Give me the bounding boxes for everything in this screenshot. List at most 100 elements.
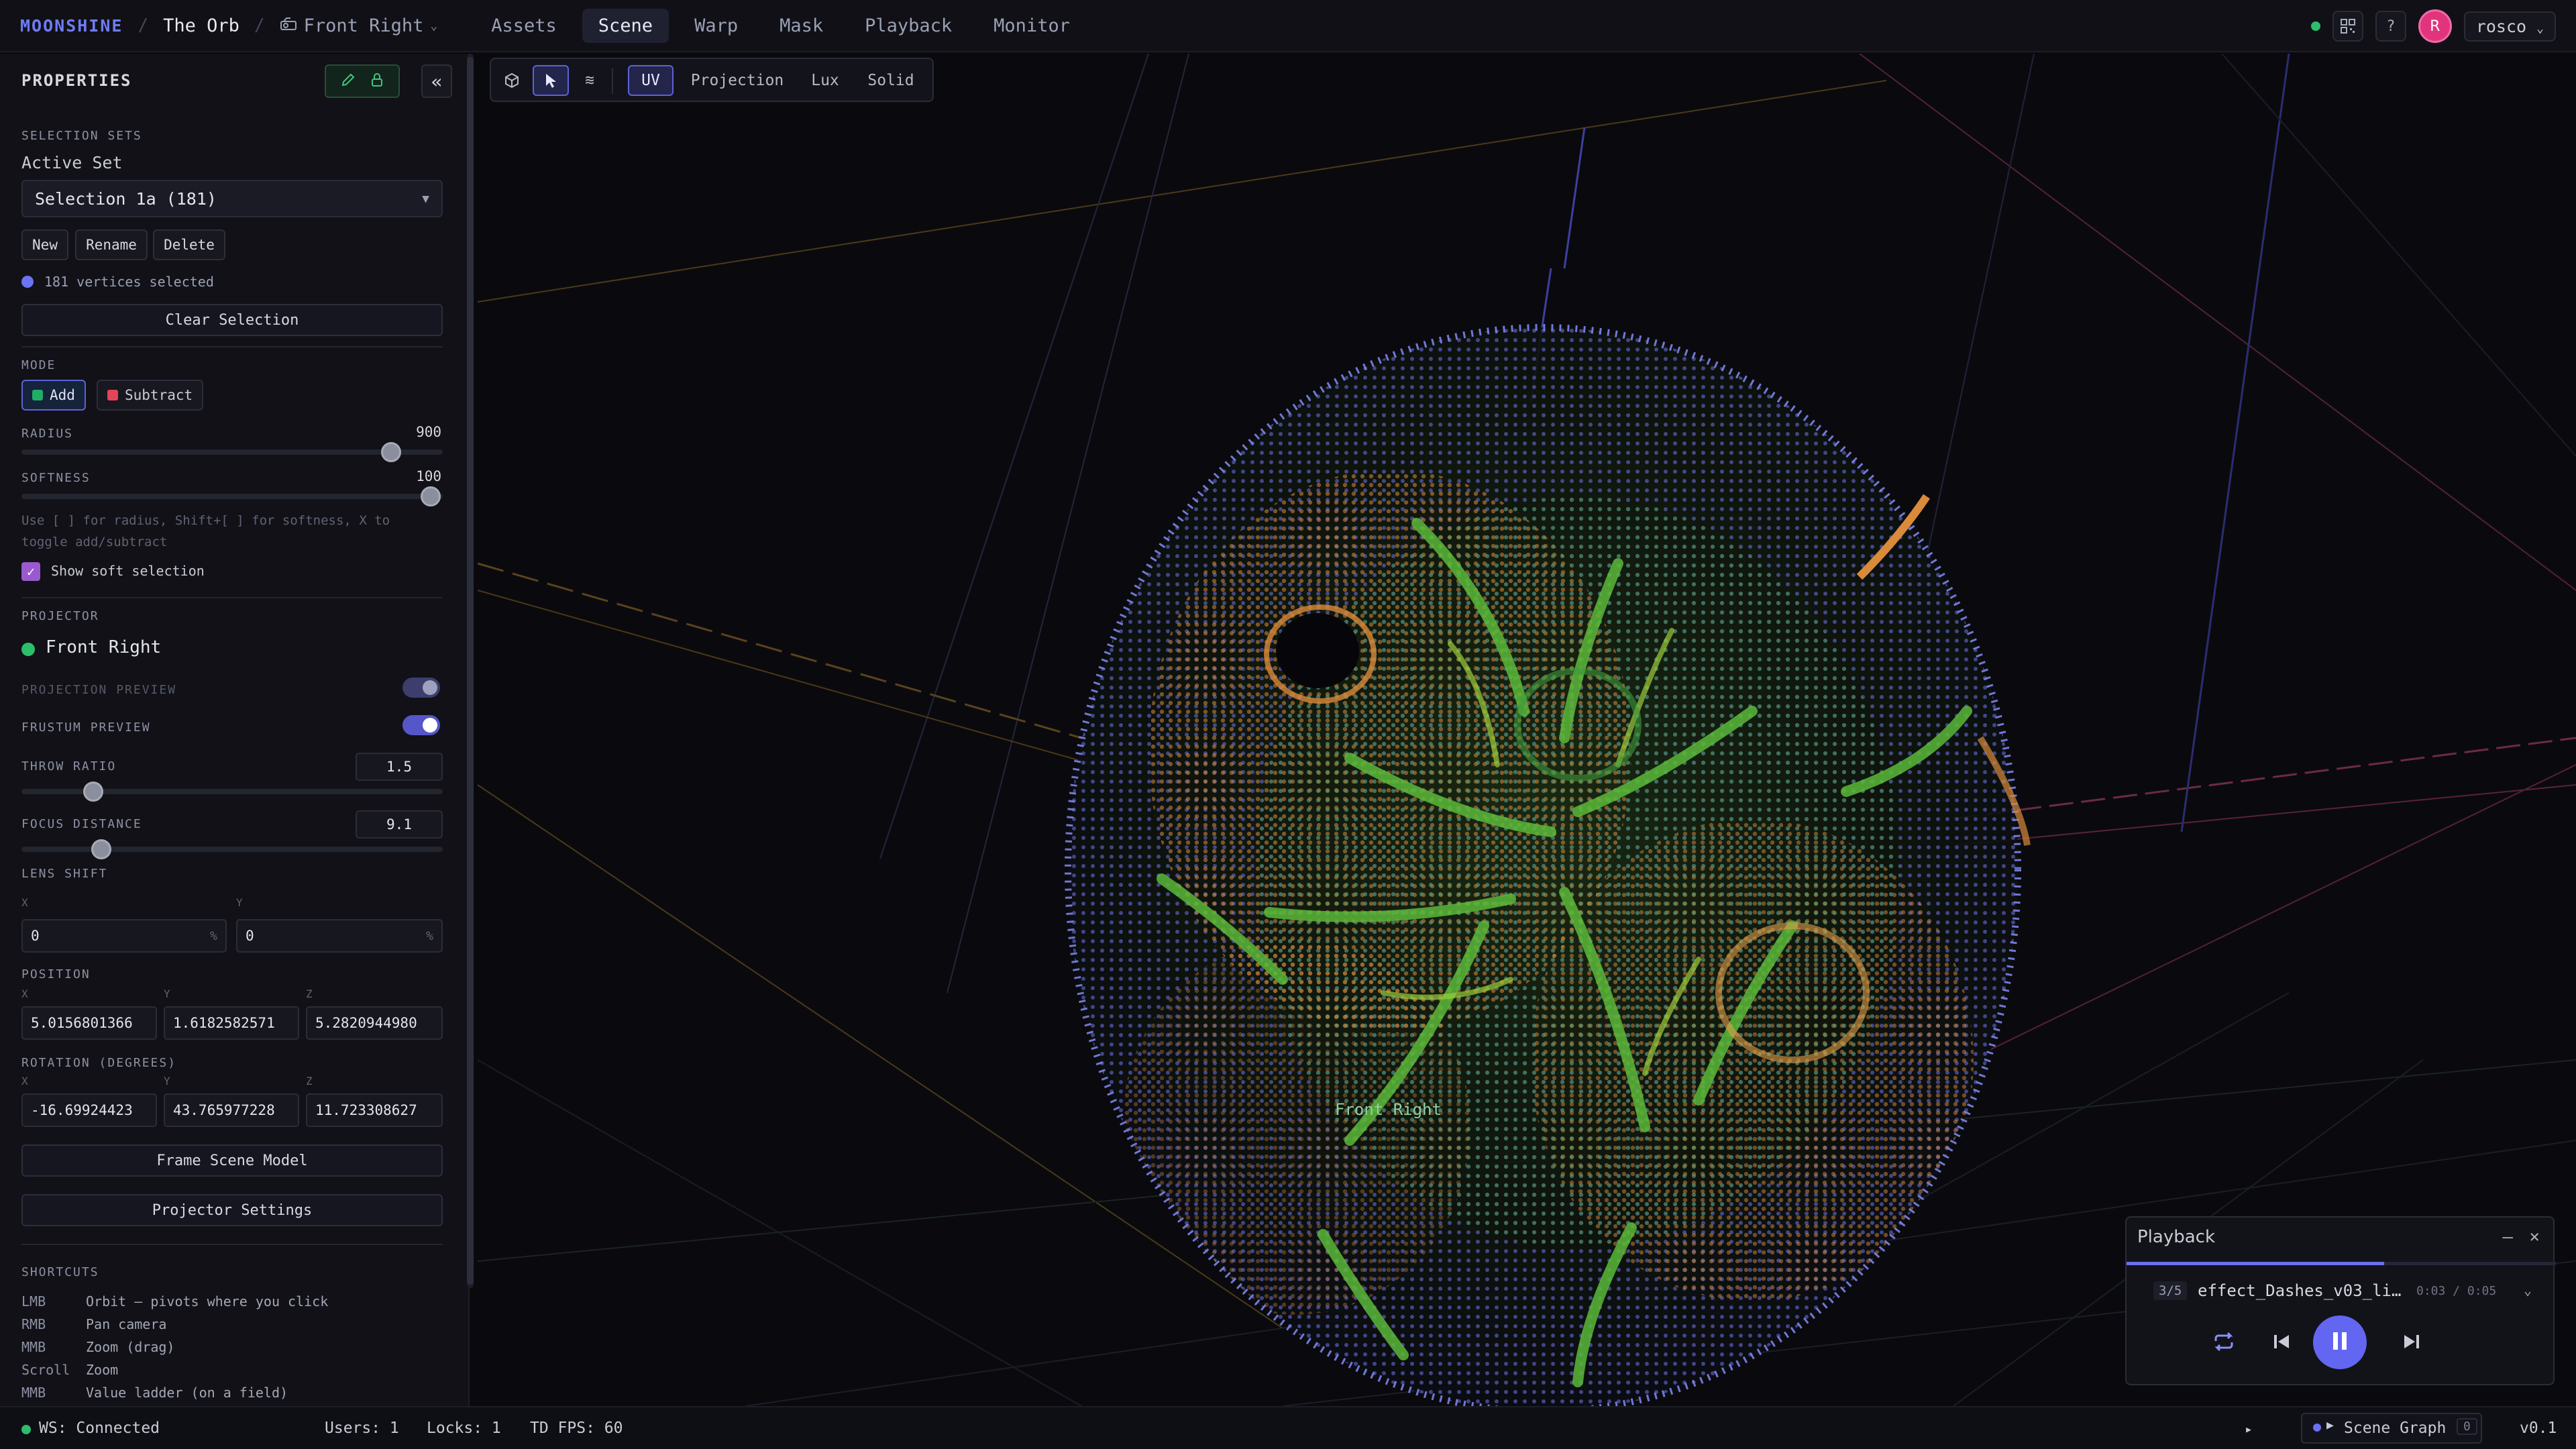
cube-icon[interactable]: [496, 65, 527, 96]
viewport-toolbar: ≋ UV Projection Lux Solid: [490, 58, 934, 102]
tab-assets[interactable]: Assets: [475, 9, 573, 43]
lens-shift-x-input[interactable]: 0%: [21, 919, 227, 953]
softness-value: 100: [416, 468, 441, 484]
lens-shift-y-input[interactable]: 0%: [236, 919, 443, 953]
radius-value: 900: [416, 424, 441, 440]
clip-name[interactable]: effect_Dashes_v03_li…: [2198, 1281, 2412, 1300]
shortcut-row: Scroll Zoom: [21, 1362, 119, 1378]
position-label: POSITION: [21, 967, 91, 981]
mode-subtract-label: Subtract: [125, 387, 193, 403]
tab-mask[interactable]: Mask: [763, 9, 839, 43]
pencil-icon[interactable]: [341, 72, 356, 91]
throw-ratio-slider-thumb[interactable]: [83, 782, 103, 802]
pause-icon: [2330, 1330, 2350, 1355]
radius-slider-track[interactable]: [21, 449, 443, 455]
rename-set-button[interactable]: Rename: [75, 229, 148, 260]
rotation-label: ROTATION (DEGREES): [21, 1056, 177, 1070]
cursor-icon: ▸: [2245, 1421, 2253, 1437]
rot-x-axis-label: X: [21, 1075, 28, 1087]
shortcut-row: RMB Pan camera: [21, 1316, 167, 1332]
rotation-x-input[interactable]: -16.69924423: [21, 1093, 157, 1127]
status-bar: WS: Connected Users: 1 Locks: 1 TD FPS: …: [0, 1406, 2576, 1449]
panel-scrollbar-thumb[interactable]: [467, 57, 474, 1285]
throw-ratio-input[interactable]: 1.5: [356, 753, 443, 781]
delete-set-button[interactable]: Delete: [153, 229, 225, 260]
3d-viewport[interactable]: Front Right: [478, 54, 2576, 1406]
pause-button[interactable]: [2313, 1316, 2367, 1369]
shortcut-row: MMB Zoom (drag): [21, 1339, 175, 1355]
focus-distance-input[interactable]: 9.1: [356, 810, 443, 839]
tab-scene[interactable]: Scene: [582, 8, 669, 43]
rotation-y-input[interactable]: 43.765977228: [164, 1093, 299, 1127]
percent-unit: %: [426, 928, 433, 943]
softness-slider-track[interactable]: [21, 494, 443, 499]
show-soft-checkbox[interactable]: ✓: [21, 562, 40, 581]
orb-model[interactable]: [1065, 324, 2031, 1406]
active-set-value: Selection 1a (181): [35, 189, 217, 209]
lens-shift-label: LENS SHIFT: [21, 867, 108, 881]
edit-lock-group[interactable]: [325, 64, 400, 98]
lens-x-axis-label: X: [21, 896, 28, 909]
active-set-select[interactable]: Selection 1a (181) ▼: [21, 180, 443, 217]
loop-icon[interactable]: [2207, 1325, 2241, 1358]
new-set-button[interactable]: New: [21, 229, 68, 260]
frustum-preview-toggle[interactable]: [402, 715, 440, 735]
pos-z-axis-label: Z: [306, 987, 313, 1000]
rotation-z-input[interactable]: 11.723308627: [306, 1093, 443, 1127]
softness-slider-thumb[interactable]: [421, 486, 441, 506]
focus-distance-slider-track[interactable]: [21, 847, 443, 852]
qr-code-icon[interactable]: [2332, 11, 2363, 42]
brand-logo[interactable]: MOONSHINE: [20, 16, 123, 36]
playback-progress-track[interactable]: [2127, 1262, 2556, 1265]
properties-panel: PROPERTIES « SELECTION SETS Active Set S…: [0, 54, 470, 1406]
focus-distance-slider-thumb[interactable]: [91, 839, 111, 859]
connection-status-dot: [2310, 21, 2320, 31]
view-solid-button[interactable]: Solid: [857, 65, 924, 96]
frame-scene-model-button[interactable]: Frame Scene Model: [21, 1144, 443, 1177]
mode-add-button[interactable]: Add: [21, 380, 86, 411]
chevron-right-icon: ▶: [2326, 1418, 2334, 1432]
projection-preview-label: PROJECTION PREVIEW: [21, 683, 177, 697]
position-x-input[interactable]: 5.0156801366: [21, 1006, 157, 1040]
select-cursor-icon[interactable]: [533, 65, 569, 96]
mode-subtract-button[interactable]: Subtract: [97, 380, 204, 411]
clear-selection-button[interactable]: Clear Selection: [21, 304, 443, 336]
view-lux-button[interactable]: Lux: [798, 65, 852, 96]
collapse-panel-icon[interactable]: «: [421, 64, 452, 98]
playback-widget: Playback – × 3/5 effect_Dashes_v03_li… 0…: [2125, 1216, 2556, 1385]
camera-selector[interactable]: Front Right ⌄: [280, 15, 437, 36]
avatar[interactable]: R: [2418, 9, 2452, 43]
chevron-down-icon[interactable]: ⌄: [2524, 1282, 2532, 1298]
scene-graph-dot: [2313, 1424, 2321, 1432]
rot-y-axis-label: Y: [164, 1075, 170, 1087]
project-name[interactable]: The Orb: [163, 15, 239, 36]
section-projector: PROJECTOR: [21, 609, 99, 623]
close-icon[interactable]: ×: [2529, 1227, 2540, 1247]
position-z-input[interactable]: 5.2820944980: [306, 1006, 443, 1040]
tab-playback[interactable]: Playback: [849, 9, 968, 43]
help-icon[interactable]: ?: [2375, 11, 2406, 42]
view-projection-button[interactable]: Projection: [682, 65, 793, 96]
dropdown-arrow-icon: ▼: [422, 191, 429, 206]
projector-settings-button[interactable]: Projector Settings: [21, 1194, 443, 1226]
clip-counter: 3/5: [2153, 1281, 2188, 1300]
next-icon[interactable]: [2395, 1325, 2428, 1358]
wave-icon[interactable]: ≋: [574, 65, 605, 96]
throw-ratio-label: THROW RATIO: [21, 759, 117, 773]
view-uv-button[interactable]: UV: [628, 65, 674, 96]
radius-slider-thumb[interactable]: [381, 442, 401, 462]
position-y-input[interactable]: 1.6182582571: [164, 1006, 299, 1040]
breadcrumb-separator: /: [138, 15, 149, 36]
tab-monitor[interactable]: Monitor: [977, 9, 1086, 43]
pos-y-axis-label: Y: [164, 987, 170, 1000]
active-set-label: Active Set: [21, 153, 123, 172]
tab-warp[interactable]: Warp: [678, 9, 754, 43]
user-menu[interactable]: rosco ⌄: [2463, 11, 2556, 42]
projector-status-dot: [21, 643, 35, 656]
projection-preview-toggle[interactable]: [402, 678, 440, 698]
previous-icon[interactable]: [2265, 1325, 2298, 1358]
clip-time: 0:03 / 0:05: [2416, 1284, 2497, 1298]
lock-icon[interactable]: [370, 72, 384, 91]
scene-graph-count: 0: [2457, 1418, 2477, 1435]
minimize-icon[interactable]: –: [2502, 1227, 2513, 1247]
